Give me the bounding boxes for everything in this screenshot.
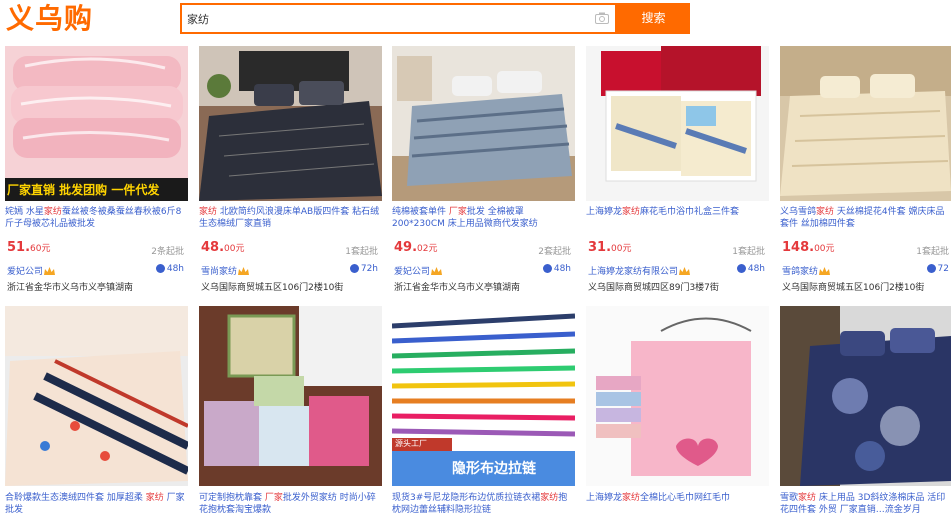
company-link[interactable]: 雪鸽家纺 xyxy=(782,264,831,277)
clock-icon xyxy=(155,264,165,273)
company-link[interactable]: 爱妃公司 xyxy=(7,264,56,277)
min-order: 2套起批 xyxy=(538,247,571,257)
crown-icon xyxy=(238,267,250,275)
product-image[interactable] xyxy=(780,46,951,201)
price: 49.02元 xyxy=(394,240,438,255)
address: 义乌国际商贸城五区106门2楼10街 xyxy=(782,283,925,293)
product-image[interactable]: 厂家直销 批发团购 一件代发 xyxy=(5,46,188,201)
clock-icon xyxy=(349,264,359,273)
company-link[interactable]: 爱妃公司 xyxy=(394,264,443,277)
search-input[interactable] xyxy=(182,5,582,32)
price: 31.00元 xyxy=(588,240,632,255)
product-title[interactable]: 纯棉被套单件 厂家批发 全棉被罩200*230CM 床上用品微商代发家纺 xyxy=(392,206,575,232)
search-button[interactable]: 搜索 xyxy=(617,3,690,34)
image-caption: 隐形布边拉链 xyxy=(452,461,536,477)
crown-icon xyxy=(819,267,831,275)
product-title[interactable]: 合聆爆款生态澳绒四件套 加厚超柔 家纺 厂家批发 xyxy=(5,492,188,518)
address: 浙江省金华市义乌市义亭镇湖南 xyxy=(7,283,134,293)
product-image[interactable] xyxy=(199,306,382,486)
address: 义乌国际商贸城五区106门2楼10街 xyxy=(201,283,344,293)
header: 义乌购 搜索 xyxy=(0,0,951,40)
product-title[interactable]: 可定制抱枕靠套 厂家批发外贸家纺 时尚小碎花抱枕套淘宝爆款 xyxy=(199,492,382,518)
price: 48.00元 xyxy=(201,240,245,255)
response-time: 48h xyxy=(155,264,184,274)
image-badge: 源头工厂 xyxy=(395,439,427,448)
crown-icon xyxy=(679,267,691,275)
response-time: 48h xyxy=(736,264,765,274)
min-order: 1套起批 xyxy=(916,247,949,257)
company-link[interactable]: 上海婷龙家纺有限公司 xyxy=(588,264,691,277)
product-image[interactable] xyxy=(780,306,951,486)
response-time: 48h xyxy=(542,264,571,274)
yiwugou-logo[interactable]: 义乌购 xyxy=(6,2,93,36)
clock-icon xyxy=(926,264,936,273)
product-image[interactable] xyxy=(199,46,382,201)
clock-icon xyxy=(736,264,746,273)
product-image[interactable]: 源头工厂 隐形布边拉链 xyxy=(392,306,575,486)
clock-icon xyxy=(542,264,552,273)
camera-icon[interactable] xyxy=(595,12,609,24)
product-image[interactable] xyxy=(5,306,188,486)
product-title[interactable]: 上海婷龙家纺全棉比心毛巾网红毛巾 xyxy=(586,492,769,518)
address: 浙江省金华市义乌市义亭镇湖南 xyxy=(394,283,521,293)
min-order: 1套起批 xyxy=(345,247,378,257)
product-title[interactable]: 姹嫣 水星家纺蚕丝被冬被桑蚕丝春秋被6斤8斤子母被芯礼品被批发 xyxy=(5,206,188,232)
price: 148.00元 xyxy=(782,240,835,255)
crown-icon xyxy=(44,267,56,275)
image-caption: 厂家直销 批发团购 一件代发 xyxy=(7,183,160,197)
product-title[interactable]: 上海婷龙家纺麻花毛巾浴巾礼盒三件套 xyxy=(586,206,769,232)
product-image[interactable] xyxy=(392,46,575,201)
product-title[interactable]: 家纺 北欧简约风浪漫床单AB版四件套 粘石绒生态棉绒厂家直销 xyxy=(199,206,382,232)
min-order: 2条起批 xyxy=(151,247,184,257)
product-image[interactable] xyxy=(586,306,769,486)
product-image[interactable] xyxy=(586,46,769,201)
response-time: 72 xyxy=(926,264,949,274)
company-link[interactable]: 雪尚家纺 xyxy=(201,264,250,277)
price: 51.60元 xyxy=(7,240,51,255)
min-order: 1套起批 xyxy=(732,247,765,257)
crown-icon xyxy=(431,267,443,275)
product-title[interactable]: 义乌雪鸽家纺 天丝棉提花4件套 嫦庆床品套件 丝加棉四件套 xyxy=(780,206,951,232)
search-box xyxy=(180,3,617,34)
product-title[interactable]: 现货3#号尼龙隐形布边优质拉链衣裙家纺抱枕网边蕾丝辅料隐形拉链 xyxy=(392,492,575,518)
response-time: 72h xyxy=(349,264,378,274)
product-title[interactable]: 雪歌家纺 床上用品 3D斜纹涤棉床品 活印花四件套 外贸 厂家直销…流金岁月 xyxy=(780,492,951,518)
address: 义乌国际商贸城四区89门3楼7街 xyxy=(588,283,719,293)
